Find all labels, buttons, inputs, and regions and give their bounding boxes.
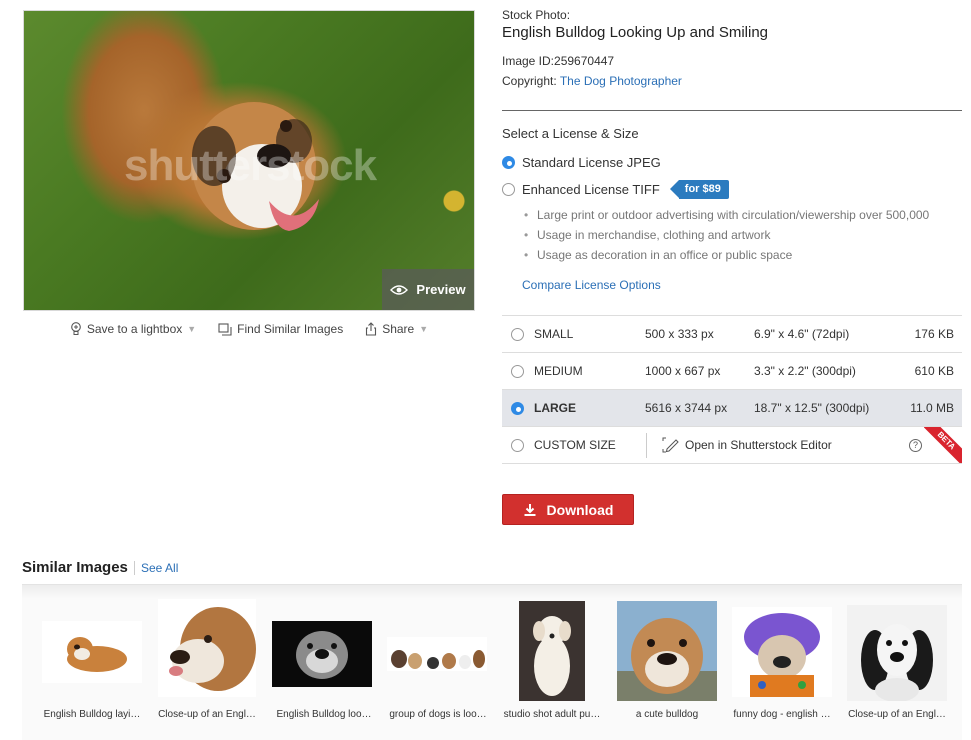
- eye-icon: [390, 284, 409, 295]
- radio-unselected[interactable]: [502, 183, 515, 196]
- size-table: SMALL 500 x 333 px 6.9" x 4.6" (72dpi) 1…: [502, 315, 962, 464]
- download-icon: [524, 503, 536, 516]
- standard-license-option[interactable]: Standard License JPEG: [502, 155, 661, 170]
- dog-thumbnail-image: [533, 616, 571, 696]
- page-title: English Bulldog Looking Up and Smiling: [502, 24, 769, 41]
- chevron-down-icon: ▼: [187, 324, 197, 334]
- dog-thumbnail-image: [296, 631, 348, 679]
- thumb-caption: Close-up of an Engl…: [158, 709, 256, 720]
- photo-actions: Save to a lightbox ▼ Find Similar Images…: [23, 322, 475, 336]
- thumb-caption: English Bulldog loo…: [276, 709, 372, 720]
- size-name: SMALL: [534, 327, 574, 341]
- share-icon: [366, 322, 377, 336]
- watermark-text: shutterstock: [124, 141, 377, 190]
- chevron-down-icon: ▼: [419, 324, 429, 334]
- list-item: Large print or outdoor advertising with …: [524, 208, 929, 228]
- similar-thumb[interactable]: [732, 607, 832, 697]
- file-size: 11.0 MB: [910, 401, 954, 415]
- thumb-caption: group of dogs is loo…: [389, 709, 487, 720]
- list-item: Usage in merchandise, clothing and artwo…: [524, 228, 929, 248]
- similar-thumb[interactable]: [519, 601, 585, 701]
- similar-images-icon: [218, 322, 232, 336]
- lightbulb-icon: [70, 322, 81, 335]
- enhanced-license-option[interactable]: Enhanced License TIFF for $89: [502, 180, 729, 199]
- divider: [502, 110, 962, 111]
- thumb-caption: studio shot adult pu…: [503, 709, 601, 720]
- editor-label: Open in Shutterstock Editor: [685, 438, 832, 452]
- beta-label: BETA: [924, 427, 962, 463]
- thumb-caption: a cute bulldog: [635, 709, 699, 720]
- size-row-large[interactable]: LARGE 5616 x 3744 px 18.7" x 12.5" (300d…: [502, 390, 962, 427]
- dogs-group-thumbnail-image: [391, 650, 485, 669]
- standard-license-label: Standard License JPEG: [522, 155, 661, 170]
- radio-selected[interactable]: [502, 156, 515, 169]
- see-all-link[interactable]: See All: [134, 561, 178, 575]
- list-item: Usage as decoration in an office or publ…: [524, 248, 929, 268]
- dog-costume-thumbnail-image: [744, 613, 820, 697]
- similar-thumb[interactable]: [272, 621, 372, 687]
- thumb-caption: Close-up of an Engl…: [848, 709, 946, 720]
- enhanced-license-label: Enhanced License TIFF: [522, 182, 660, 197]
- size-inches: 6.9" x 4.6" (72dpi): [754, 327, 850, 341]
- divider: [646, 433, 647, 458]
- thumb-caption: funny dog - english …: [733, 709, 831, 720]
- similar-thumb[interactable]: [617, 601, 717, 701]
- copyright-label: Copyright:: [502, 74, 557, 88]
- similar-thumb[interactable]: [158, 599, 256, 697]
- size-row-small[interactable]: SMALL 500 x 333 px 6.9" x 4.6" (72dpi) 1…: [502, 316, 962, 353]
- preview-label: Preview: [416, 282, 466, 297]
- size-pixels: 1000 x 667 px: [645, 364, 721, 378]
- save-to-lightbox-button[interactable]: Save to a lightbox ▼: [70, 322, 196, 336]
- radio-selected[interactable]: [511, 401, 524, 415]
- stock-photo-label: Stock Photo:: [502, 8, 571, 22]
- size-pixels: 5616 x 3744 px: [645, 401, 728, 415]
- dog-thumbnail-image: [861, 624, 933, 701]
- copyright-line: Copyright: The Dog Photographer: [502, 74, 682, 88]
- license-heading: Select a License & Size: [502, 126, 639, 141]
- main-photo[interactable]: shutterstock Preview: [23, 10, 475, 311]
- thumb-caption: English Bulldog layi…: [43, 709, 141, 720]
- download-button[interactable]: Download: [502, 494, 634, 525]
- size-row-custom[interactable]: CUSTOM SIZE Open in Shutterstock Editor …: [502, 427, 962, 464]
- beta-ribbon: BETA: [924, 427, 962, 463]
- radio-unselected[interactable]: [511, 364, 524, 378]
- size-pixels: 500 x 333 px: [645, 327, 714, 341]
- similar-thumb[interactable]: [847, 605, 947, 701]
- size-name: LARGE: [534, 401, 576, 415]
- similar-thumb[interactable]: [42, 621, 142, 683]
- file-size: 610 KB: [914, 364, 954, 378]
- similar-thumb[interactable]: [387, 637, 487, 671]
- size-row-medium[interactable]: MEDIUM 1000 x 667 px 3.3" x 2.2" (300dpi…: [502, 353, 962, 390]
- preview-button[interactable]: Preview: [382, 269, 474, 310]
- photographer-link[interactable]: The Dog Photographer: [560, 74, 682, 88]
- size-name: MEDIUM: [534, 364, 583, 378]
- size-name: CUSTOM SIZE: [534, 438, 616, 452]
- similar-images-heading: Similar Images: [22, 559, 128, 576]
- dog-thumbnail-image: [169, 607, 256, 691]
- find-similar-button[interactable]: Find Similar Images: [218, 322, 343, 336]
- dog-thumbnail-image: [617, 618, 717, 701]
- file-size: 176 KB: [914, 327, 954, 341]
- radio-unselected[interactable]: [511, 327, 524, 341]
- radio-unselected[interactable]: [511, 438, 524, 452]
- size-inches: 18.7" x 12.5" (300dpi): [754, 401, 870, 415]
- enhanced-features-list: Large print or outdoor advertising with …: [524, 208, 929, 268]
- dog-thumbnail-image: [67, 637, 127, 672]
- similar-images-strip: English Bulldog layi… Close-up of an Eng…: [22, 584, 962, 740]
- share-button[interactable]: Share ▼: [365, 322, 428, 336]
- size-inches: 3.3" x 2.2" (300dpi): [754, 364, 856, 378]
- open-editor-link[interactable]: Open in Shutterstock Editor: [662, 437, 832, 453]
- image-id: Image ID:259670447: [502, 54, 615, 68]
- similar-label: Find Similar Images: [237, 322, 344, 336]
- price-tag: for $89: [669, 180, 729, 199]
- help-icon[interactable]: ?: [909, 438, 922, 452]
- edit-icon: [662, 437, 679, 453]
- compare-license-link[interactable]: Compare License Options: [522, 278, 661, 292]
- share-label: Share: [382, 322, 415, 336]
- download-label: Download: [546, 501, 614, 518]
- save-label: Save to a lightbox: [86, 322, 183, 336]
